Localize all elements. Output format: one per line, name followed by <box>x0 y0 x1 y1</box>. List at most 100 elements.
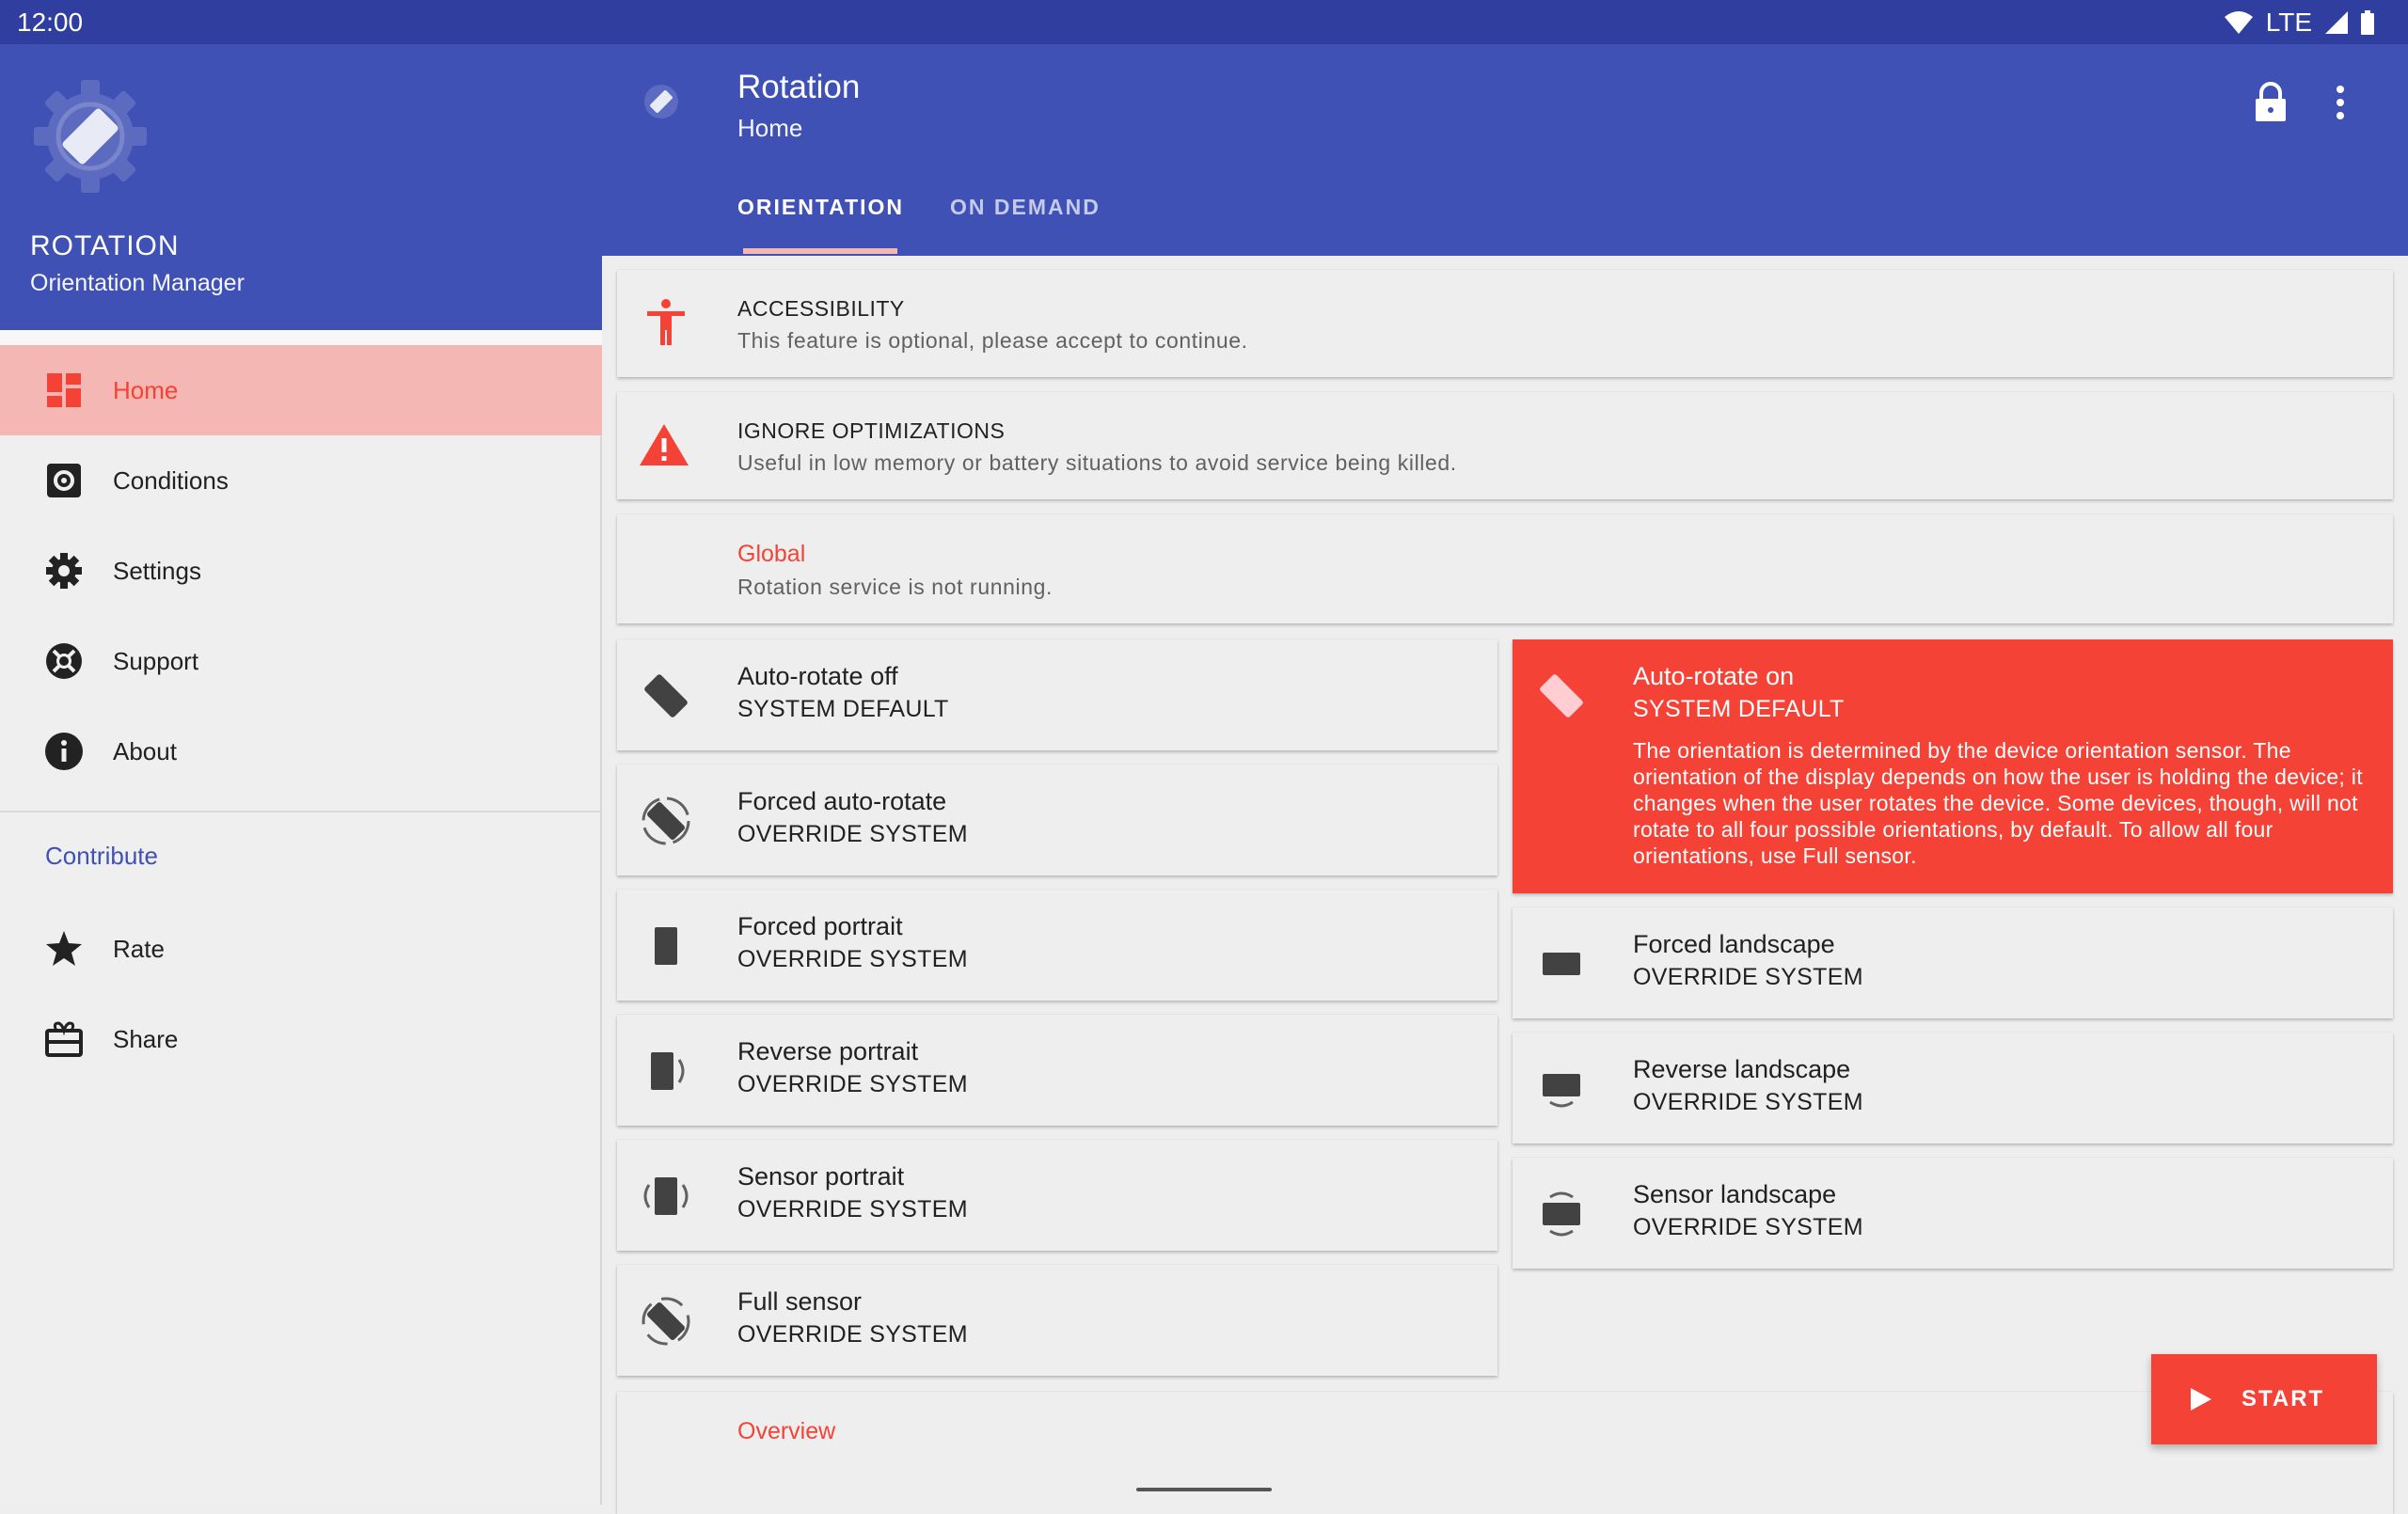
nav-item-rate[interactable]: Rate <box>0 904 602 994</box>
item-title: Sensor landscape <box>1633 1180 1837 1208</box>
auto-rotate-on-icon <box>1535 670 1588 722</box>
item-title: Auto-rotate off <box>737 662 898 690</box>
drawer-header: ROTATION Orientation Manager <box>0 44 602 330</box>
item-subtitle: OVERRIDE SYSTEM <box>1633 1089 1863 1115</box>
signal-icon <box>2325 10 2348 34</box>
item-subtitle: OVERRIDE SYSTEM <box>737 1321 968 1348</box>
card-subtitle: Useful in low memory or battery situatio… <box>737 450 1457 475</box>
nav-item-support[interactable]: Support <box>0 616 602 706</box>
battery-icon <box>2361 9 2374 35</box>
overview-card: Overview <box>617 1392 2393 1514</box>
navigation-drawer: ROTATION Orientation Manager Home Condit… <box>0 0 602 1505</box>
nav-item-home[interactable]: Home <box>0 345 602 435</box>
reverse-landscape-icon <box>1535 1063 1588 1115</box>
page-title: Rotation <box>737 69 861 105</box>
tab-orientation[interactable]: ORIENTATION <box>737 195 904 238</box>
item-title: Reverse portrait <box>737 1037 919 1065</box>
accessibility-icon <box>640 296 692 349</box>
item-title: Full sensor <box>737 1287 863 1316</box>
item-subtitle: OVERRIDE SYSTEM <box>1633 1214 1863 1240</box>
item-title: Reverse landscape <box>1633 1055 1851 1083</box>
item-subtitle: OVERRIDE SYSTEM <box>737 1196 968 1222</box>
nav-item-settings[interactable]: Settings <box>0 526 602 616</box>
play-icon <box>2187 1386 2213 1412</box>
drawer-app-name: ROTATION <box>30 230 180 261</box>
tab-on-demand[interactable]: ON DEMAND <box>950 195 1101 238</box>
service-status: Rotation service is not running. <box>737 575 1053 599</box>
item-reverse-landscape[interactable]: Reverse landscape OVERRIDE SYSTEM <box>1513 1033 2393 1143</box>
sensor-landscape-icon <box>1535 1188 1588 1240</box>
nav-label: Conditions <box>113 465 229 495</box>
section-title-overview: Overview <box>737 1418 836 1444</box>
page-subtitle: Home <box>737 114 803 142</box>
status-time: 12:00 <box>17 7 84 37</box>
item-reverse-portrait[interactable]: Reverse portrait OVERRIDE SYSTEM <box>617 1015 1497 1126</box>
sensor-portrait-icon <box>640 1170 692 1222</box>
nav-label: About <box>113 736 177 765</box>
global-card: Global Rotation service is not running. <box>617 514 2393 623</box>
rotation-logo-icon <box>640 80 683 123</box>
card-title: ACCESSIBILITY <box>737 296 905 321</box>
item-subtitle: SYSTEM DEFAULT <box>1633 696 1845 722</box>
accessibility-card[interactable]: ACCESSIBILITY This feature is optional, … <box>617 270 2393 377</box>
nav-item-conditions[interactable]: Conditions <box>0 435 602 526</box>
network-type: LTE <box>2265 7 2312 37</box>
item-subtitle: OVERRIDE SYSTEM <box>737 1071 968 1097</box>
item-sensor-portrait[interactable]: Sensor portrait OVERRIDE SYSTEM <box>617 1140 1497 1251</box>
landscape-icon <box>1535 938 1588 990</box>
support-icon <box>45 642 83 680</box>
share-icon <box>45 1020 83 1058</box>
more-vert-icon[interactable] <box>2329 82 2352 123</box>
wifi-icon <box>2224 10 2253 34</box>
item-title: Forced auto-rotate <box>737 787 947 815</box>
forced-auto-rotate-icon <box>640 795 692 847</box>
status-bar: 12:00 LTE <box>0 0 2408 44</box>
nav-label: Home <box>113 375 179 404</box>
auto-rotate-off-icon <box>640 670 692 722</box>
item-title: Auto-rotate on <box>1633 662 1795 690</box>
start-button[interactable]: START <box>2151 1354 2377 1444</box>
item-title: Forced portrait <box>737 912 903 940</box>
app-bar: Rotation Home ORIENTATION ON DEMAND <box>602 44 2408 256</box>
item-sensor-landscape[interactable]: Sensor landscape OVERRIDE SYSTEM <box>1513 1158 2393 1269</box>
warning-icon <box>638 418 690 471</box>
item-description: The orientation is determined by the dev… <box>1633 738 2363 868</box>
ignore-optimizations-card[interactable]: IGNORE OPTIMIZATIONS Useful in low memor… <box>617 392 2393 499</box>
item-forced-auto-rotate[interactable]: Forced auto-rotate OVERRIDE SYSTEM <box>617 765 1497 875</box>
item-subtitle: OVERRIDE SYSTEM <box>737 821 968 847</box>
nav-label: Share <box>113 1024 179 1053</box>
item-subtitle: OVERRIDE SYSTEM <box>1633 964 1863 990</box>
drawer-section-contribute: Contribute <box>45 842 158 870</box>
nav-item-about[interactable]: About <box>0 706 602 796</box>
reverse-portrait-icon <box>640 1045 692 1097</box>
item-subtitle: OVERRIDE SYSTEM <box>737 946 968 972</box>
tab-indicator <box>743 248 897 254</box>
conditions-icon <box>45 462 83 499</box>
item-auto-rotate-off[interactable]: Auto-rotate off SYSTEM DEFAULT <box>617 639 1497 750</box>
start-button-label: START <box>2242 1386 2325 1411</box>
home-indicator[interactable] <box>1136 1488 1272 1491</box>
drawer-app-subtitle: Orientation Manager <box>30 270 245 296</box>
item-full-sensor[interactable]: Full sensor OVERRIDE SYSTEM <box>617 1265 1497 1376</box>
rotation-logo-icon <box>32 78 149 195</box>
info-icon <box>45 733 83 770</box>
nav-label: Support <box>113 646 199 675</box>
nav-item-share[interactable]: Share <box>0 994 602 1084</box>
full-sensor-icon <box>640 1295 692 1348</box>
nav-label: Rate <box>113 934 165 963</box>
card-title: IGNORE OPTIMIZATIONS <box>737 418 1006 443</box>
nav-label: Settings <box>113 556 201 585</box>
item-subtitle: SYSTEM DEFAULT <box>737 696 949 722</box>
gear-icon <box>45 552 83 590</box>
portrait-icon <box>640 920 692 972</box>
item-forced-portrait[interactable]: Forced portrait OVERRIDE SYSTEM <box>617 890 1497 1001</box>
card-subtitle: This feature is optional, please accept … <box>737 328 1248 353</box>
star-icon <box>45 930 83 968</box>
item-title: Forced landscape <box>1633 930 1835 958</box>
dashboard-icon <box>45 371 83 409</box>
section-title-global: Global <box>737 541 806 567</box>
item-auto-rotate-on[interactable]: Auto-rotate on SYSTEM DEFAULT The orient… <box>1513 639 2393 893</box>
lock-icon[interactable] <box>2252 82 2289 123</box>
item-forced-landscape[interactable]: Forced landscape OVERRIDE SYSTEM <box>1513 907 2393 1018</box>
item-title: Sensor portrait <box>737 1162 905 1191</box>
